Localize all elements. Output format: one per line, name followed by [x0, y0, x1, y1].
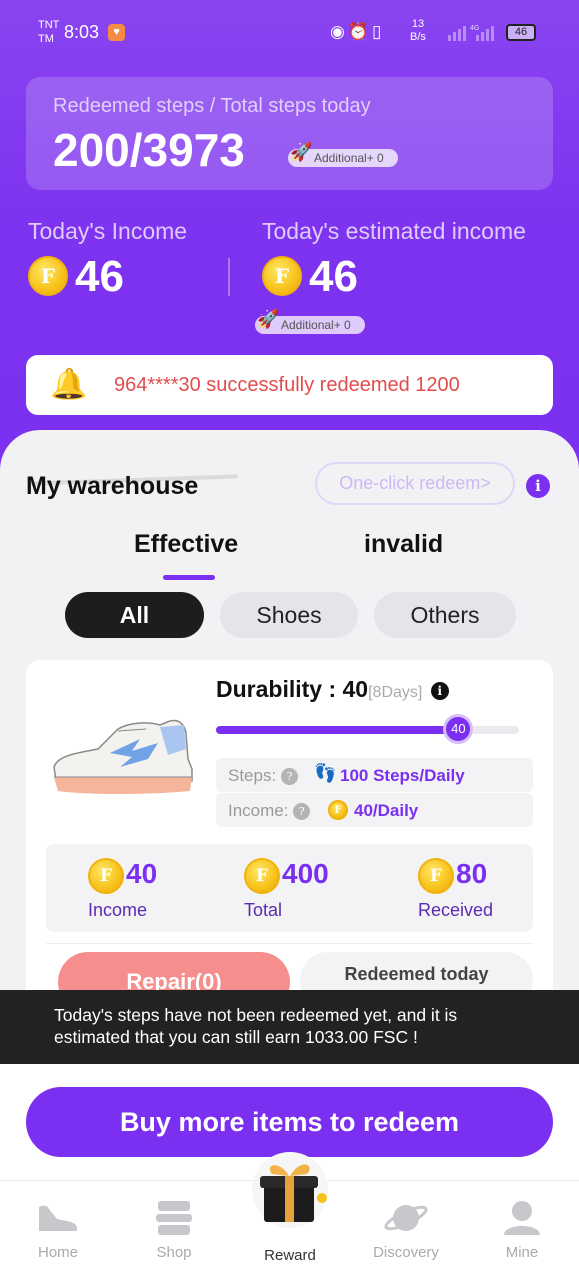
clock: 8:03: [64, 22, 100, 42]
help-icon[interactable]: ?: [280, 768, 298, 785]
steps-value: 100 Steps/Daily: [340, 766, 465, 785]
steps-row: Steps: ? 👣 100 Steps/Daily: [216, 758, 533, 792]
estimated-income-value: 46: [309, 252, 358, 301]
gift-icon[interactable]: [250, 1150, 330, 1230]
durability-knob: 40: [443, 714, 474, 744]
stat-total-label: Total: [244, 900, 283, 920]
steps-additional-badge: 🚀 Additional+ 0: [288, 143, 398, 167]
steps-label: Redeemed steps / Total steps today: [53, 95, 371, 117]
footprints-icon: 👣: [314, 763, 337, 783]
shop-icon: [156, 1201, 192, 1235]
eye-icon: ◉: [330, 22, 348, 41]
tab-effective[interactable]: Effective: [134, 530, 238, 559]
nav-home[interactable]: Home: [8, 1181, 108, 1280]
divider: [228, 258, 230, 296]
coin-icon: F: [328, 800, 348, 820]
coin-icon: F: [88, 858, 124, 894]
income-additional-badge: 🚀 Additional+ 0: [255, 310, 365, 334]
divider: [46, 943, 533, 944]
stats-box: F 40 Income F 400 Total F 80 Received: [46, 844, 533, 932]
buy-more-items-button[interactable]: Buy more items to redeem: [26, 1087, 553, 1157]
estimated-income-label: Today's estimated income: [262, 218, 526, 244]
vibrate-icon: ▯: [372, 22, 385, 41]
help-icon[interactable]: ?: [293, 803, 311, 820]
rocket-icon: 🚀: [290, 142, 313, 162]
app-notification-icon: ♥: [108, 24, 125, 41]
redeem-notice-banner[interactable]: 🔔 964****30 successfully redeemed 1200: [26, 355, 553, 415]
toast-message: Today's steps have not been redeemed yet…: [0, 990, 579, 1064]
coin-icon: F: [418, 858, 454, 894]
info-icon[interactable]: i: [526, 474, 550, 498]
svg-text:4G: 4G: [470, 25, 479, 32]
signal-bars-icon: 4G: [448, 25, 494, 41]
durability-label: Durability : 40[8Days] i: [216, 676, 449, 703]
sneaker-image: [53, 719, 193, 794]
nav-shop[interactable]: Shop: [124, 1181, 224, 1280]
today-income-value: 46: [75, 252, 124, 301]
stat-received-label: Received: [418, 900, 494, 920]
status-bar: TNT TM 8:03 ♥ ◉⏰▯ 13 B/s 4G 46: [0, 0, 579, 62]
alarm-icon: ⏰: [347, 22, 373, 41]
planet-icon: [384, 1205, 428, 1231]
shoe-icon: [39, 1205, 77, 1231]
warehouse-title: My warehouse: [26, 472, 199, 500]
coin-icon: F: [262, 256, 302, 296]
stat-received-value: 80: [456, 858, 488, 889]
coin-icon: F: [28, 256, 68, 296]
person-icon: [504, 1201, 540, 1235]
notice-text: 964****30 successfully redeemed 1200: [114, 374, 460, 396]
today-income-label: Today's Income: [28, 218, 188, 244]
coin-icon: F: [244, 858, 280, 894]
filter-all[interactable]: All: [65, 592, 204, 638]
steps-card: Redeemed steps / Total steps today 200/3…: [26, 77, 553, 190]
signal-icon: 4G: [448, 23, 496, 44]
bell-icon: 🔔: [50, 368, 88, 401]
active-tab-indicator: [163, 575, 215, 580]
nav-discovery[interactable]: Discovery: [356, 1181, 456, 1280]
filter-shoes[interactable]: Shoes: [220, 592, 358, 638]
steps-value: 200/3973: [53, 124, 245, 176]
one-click-redeem-button[interactable]: One-click redeem>: [315, 462, 515, 505]
stat-income-label: Income: [88, 900, 148, 920]
tab-invalid[interactable]: invalid: [364, 530, 443, 559]
rocket-icon: 🚀: [257, 309, 280, 329]
stat-total-value: 400: [282, 858, 329, 889]
carrier: TNT TM: [38, 19, 60, 45]
battery-indicator: 46: [506, 24, 536, 41]
durability-info-icon[interactable]: i: [430, 682, 449, 700]
filter-others[interactable]: Others: [374, 592, 516, 638]
durability-fill: [216, 726, 459, 734]
stat-income-value: 40: [126, 858, 158, 889]
nav-mine[interactable]: Mine: [472, 1181, 572, 1280]
net-speed: 13 B/s: [410, 18, 426, 43]
income-value: 40/Daily: [354, 801, 419, 820]
durability-bar: 40: [216, 714, 519, 744]
income-row: Income: ? F 40/Daily: [216, 793, 533, 827]
status-icons: ◉⏰▯: [330, 22, 384, 42]
